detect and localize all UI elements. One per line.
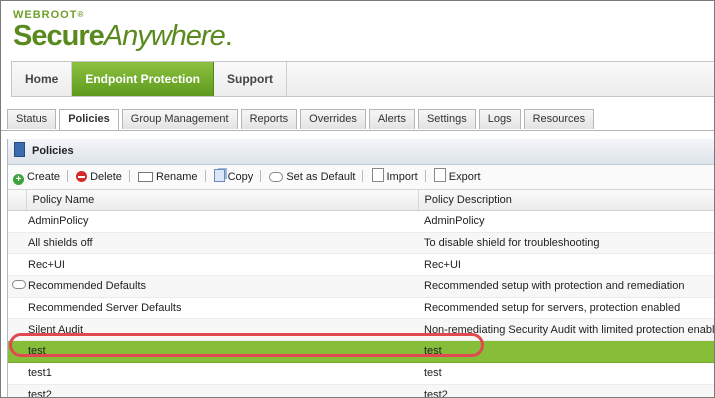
policy-name: Rec+UI	[26, 253, 418, 277]
rename-label: Rename	[155, 171, 198, 183]
toolbar-separator	[424, 170, 426, 182]
policies-panel: Policies + Create Delete Rename Copy Set …	[7, 139, 714, 397]
table-row[interactable]: AdminPolicy AdminPolicy	[8, 210, 714, 233]
tab-overrides[interactable]: Overrides	[300, 109, 366, 129]
policy-description: To disable shield for troubleshooting	[418, 232, 714, 255]
toolbar-separator	[128, 170, 130, 182]
policy-name: Recommended Defaults	[26, 275, 418, 298]
header-policy-description[interactable]: Policy Description	[418, 190, 714, 211]
rename-icon	[137, 172, 153, 182]
panel-header: Policies	[8, 139, 714, 165]
default-cell	[8, 210, 26, 233]
create-label: Create	[27, 171, 61, 183]
default-cell	[8, 384, 26, 397]
default-cell	[8, 232, 26, 255]
set-default-label: Set as Default	[286, 171, 356, 183]
tab-resources[interactable]: Resources	[523, 109, 595, 129]
copy-button[interactable]: Copy	[213, 165, 254, 189]
export-button[interactable]: Export	[433, 165, 481, 189]
import-label: Import	[386, 171, 418, 183]
tab-policies[interactable]: Policies	[59, 109, 119, 131]
policy-description: AdminPolicy	[418, 210, 714, 233]
logo-trademark: ®	[77, 10, 85, 19]
copy-label: Copy	[227, 171, 254, 183]
table-row[interactable]: Recommended Defaults Recommended setup w…	[8, 275, 714, 298]
sub-tabs: Status Policies Group Management Reports…	[7, 109, 597, 131]
toolbar-separator	[204, 170, 206, 182]
policy-description: Recommended setup with protection and re…	[418, 275, 714, 298]
tab-group-management[interactable]: Group Management	[121, 109, 238, 129]
default-cell	[8, 297, 26, 320]
default-cell	[8, 253, 26, 277]
policy-description: test2	[418, 384, 714, 397]
header-marker-column	[8, 190, 27, 211]
import-button[interactable]: Import	[371, 165, 418, 189]
default-marker-icon	[269, 172, 284, 182]
policy-name: AdminPolicy	[26, 210, 418, 233]
tab-alerts[interactable]: Alerts	[368, 109, 415, 129]
export-icon	[433, 168, 446, 182]
header-policy-name[interactable]: Policy Name	[26, 190, 419, 211]
default-cell	[8, 275, 26, 298]
default-policy-icon	[12, 280, 26, 290]
nav-endpoint-protection[interactable]: Endpoint Protection	[72, 62, 214, 96]
toolbar-separator	[260, 170, 262, 182]
logo-dot: .	[224, 20, 233, 52]
nav-home[interactable]: Home	[12, 62, 73, 96]
book-icon	[14, 142, 25, 157]
delete-label: Delete	[90, 171, 122, 183]
table-row[interactable]: test2 test2	[8, 384, 714, 397]
create-button[interactable]: + Create	[13, 165, 60, 189]
table-row[interactable]: Recommended Server Defaults Recommended …	[8, 297, 714, 320]
rename-button[interactable]: Rename	[137, 165, 198, 189]
tab-logs[interactable]: Logs	[478, 109, 521, 129]
table-header-row: Policy Name Policy Description	[8, 190, 714, 211]
policy-name: test2	[26, 384, 418, 397]
panel-title: Policies	[32, 145, 74, 157]
policy-table: Policy Name Policy Description AdminPoli…	[8, 190, 714, 397]
policy-name: Recommended Server Defaults	[26, 297, 418, 320]
tab-divider	[1, 130, 714, 131]
toolbar-separator	[67, 170, 69, 182]
logo-product-bold: Secure	[13, 20, 105, 52]
tab-settings[interactable]: Settings	[417, 109, 476, 129]
tab-status[interactable]: Status	[7, 109, 57, 129]
policy-description: Rec+UI	[418, 253, 714, 277]
set-default-button[interactable]: Set as Default	[269, 165, 355, 189]
table-row[interactable]: test1 test	[8, 362, 714, 385]
policy-description: test	[418, 362, 714, 385]
policy-description: Recommended setup for servers, protectio…	[418, 297, 714, 320]
policy-name: test1	[26, 362, 418, 385]
policy-name: All shields off	[26, 232, 418, 255]
policy-toolbar: + Create Delete Rename Copy Set as Defaul…	[8, 165, 714, 190]
logo-product-italic: Anywhere	[103, 20, 226, 52]
table-row[interactable]: All shields off To disable shield for tr…	[8, 232, 714, 255]
webroot-logo: WEBROOT® SecureAnywhere.	[13, 9, 233, 52]
delete-button[interactable]: Delete	[76, 165, 122, 189]
copy-icon	[213, 169, 225, 182]
plus-icon: +	[13, 174, 24, 185]
app-frame: WEBROOT® SecureAnywhere. Home Endpoint P…	[0, 0, 715, 398]
toolbar-separator	[362, 170, 364, 182]
nav-support[interactable]: Support	[214, 62, 287, 96]
delete-icon	[76, 171, 88, 182]
table-row[interactable]: Rec+UI Rec+UI	[8, 253, 714, 277]
selection-highlight-ring	[9, 333, 484, 357]
top-navigation: Home Endpoint Protection Support	[11, 61, 714, 97]
default-cell	[8, 362, 26, 385]
tab-reports[interactable]: Reports	[240, 109, 298, 129]
export-label: Export	[448, 171, 481, 183]
import-icon	[371, 168, 384, 182]
